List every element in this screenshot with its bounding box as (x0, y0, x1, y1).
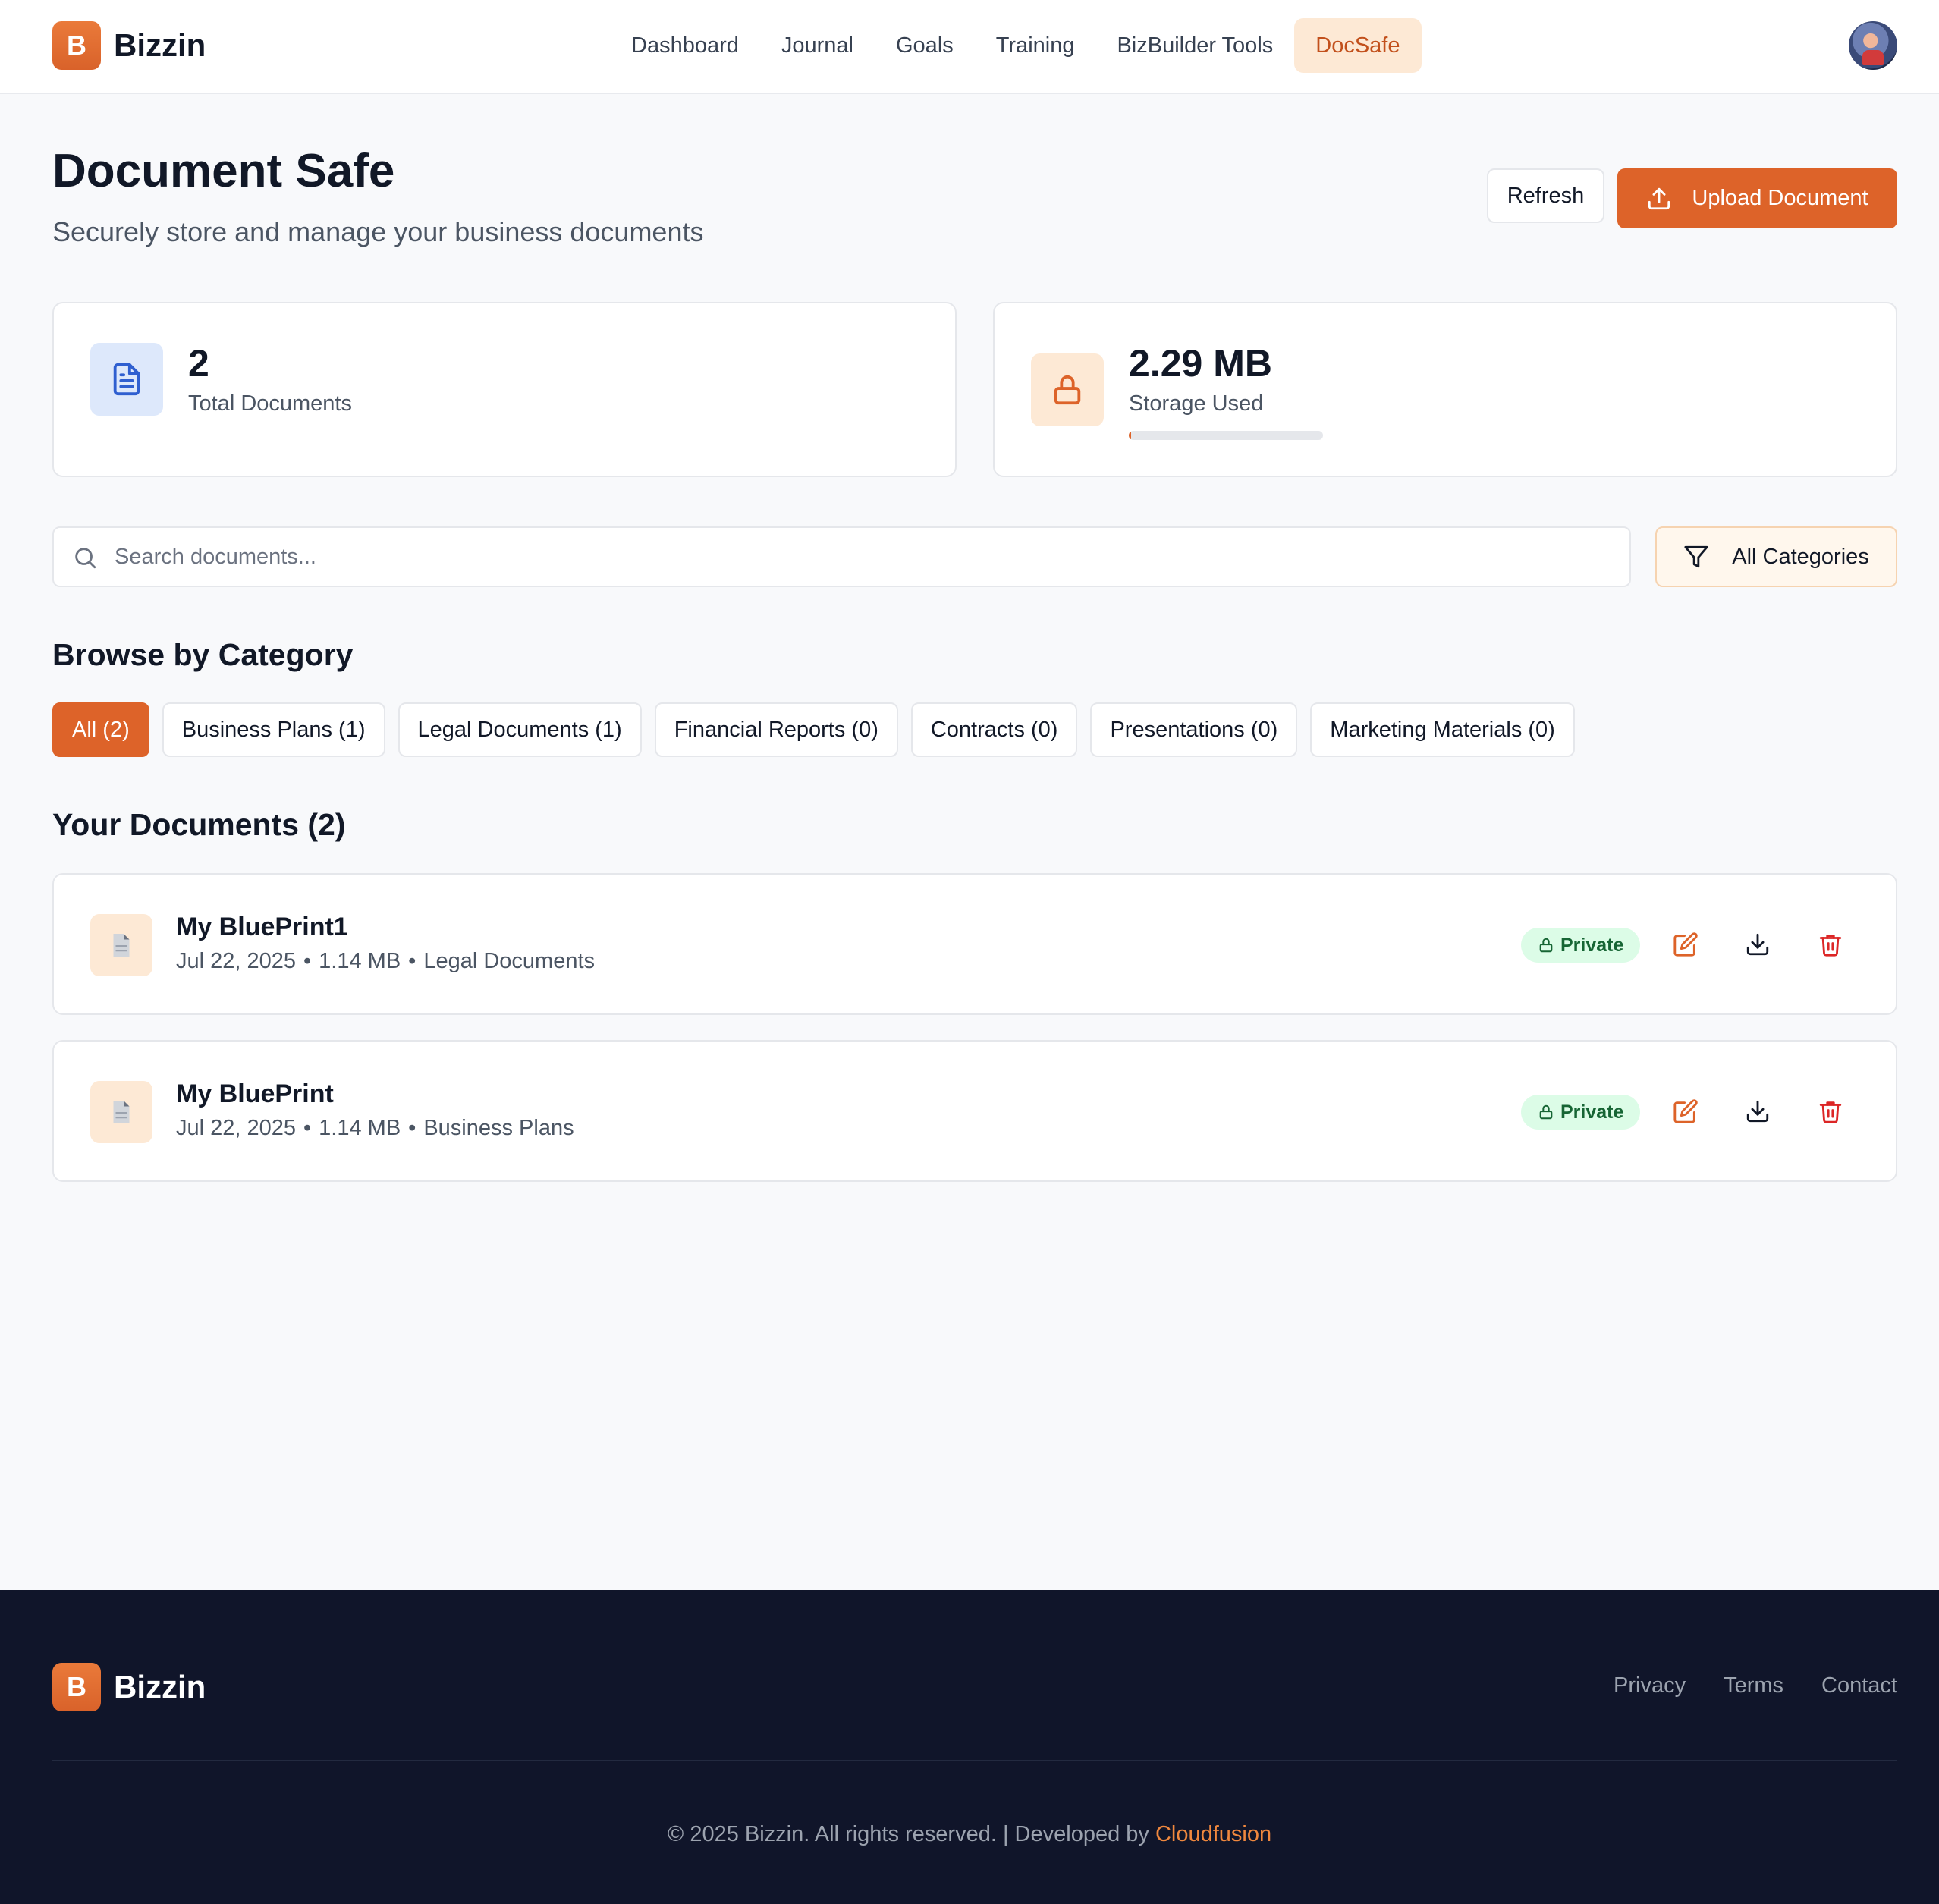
download-document-button[interactable] (1738, 1092, 1777, 1131)
category-chip-financial-reports[interactable]: Financial Reports (0) (654, 702, 898, 757)
footer-links: Privacy Terms Contact (1614, 1673, 1897, 1698)
footer-link-privacy[interactable]: Privacy (1614, 1673, 1686, 1698)
upload-icon (1648, 187, 1670, 209)
document-name[interactable]: My BluePrint1 (176, 913, 348, 942)
category-chip-list: All (2) Business Plans (1) Legal Documen… (52, 702, 1575, 757)
category-chip-marketing-materials[interactable]: Marketing Materials (0) (1310, 702, 1575, 757)
refresh-button[interactable]: Refresh (1487, 168, 1604, 223)
brand-name: Bizzin (114, 27, 206, 63)
nav-item-bizbuilder-tools[interactable]: BizBuilder Tools (1095, 18, 1294, 73)
private-badge-label: Private (1560, 1101, 1624, 1123)
category-filter-label: All Categories (1732, 544, 1869, 569)
search-input[interactable] (115, 537, 1601, 577)
copyright-text: © 2025 Bizzin. All rights reserved. | De… (667, 1822, 1149, 1846)
delete-document-button[interactable] (1811, 1092, 1850, 1131)
document-name[interactable]: My BluePrint (176, 1079, 334, 1109)
category-chip-business-plans[interactable]: Business Plans (1) (162, 702, 385, 757)
edit-document-button[interactable] (1666, 925, 1705, 964)
filter-icon (1684, 545, 1708, 568)
meta-separator: • (408, 949, 416, 973)
nav-item-docsafe[interactable]: DocSafe (1294, 18, 1422, 73)
developer-link[interactable]: Cloudfusion (1155, 1822, 1271, 1846)
edit-icon (1673, 1099, 1698, 1123)
footer-brand-name: Bizzin (114, 1669, 206, 1704)
total-documents-card: 2 Total Documents (52, 302, 957, 477)
nav-item-dashboard[interactable]: Dashboard (610, 18, 760, 73)
upload-document-button[interactable]: Upload Document (1617, 168, 1897, 228)
document-size: 1.14 MB (319, 1116, 401, 1140)
lock-icon (1539, 1104, 1553, 1120)
your-documents-heading: Your Documents (2) (52, 807, 346, 842)
trash-icon (1819, 935, 1842, 957)
document-size: 1.14 MB (319, 949, 401, 973)
footer-link-terms[interactable]: Terms (1724, 1673, 1783, 1698)
meta-separator: • (303, 949, 312, 973)
storage-icon-tile (1031, 353, 1104, 426)
edit-icon (1673, 932, 1698, 957)
user-avatar[interactable] (1849, 21, 1897, 70)
document-date: Jul 22, 2025 (176, 1116, 297, 1140)
total-documents-icon-tile (90, 343, 163, 416)
footer-divider (52, 1760, 1897, 1761)
footer-link-contact[interactable]: Contact (1821, 1673, 1897, 1698)
browse-by-category-heading: Browse by Category (52, 637, 354, 672)
nav-item-training[interactable]: Training (975, 18, 1096, 73)
storage-used-label: Storage Used (1129, 391, 1264, 416)
document-category: Business Plans (423, 1116, 574, 1140)
document-thumbnail (90, 914, 152, 976)
category-chip-contracts[interactable]: Contracts (0) (910, 702, 1078, 757)
document-meta: Jul 22, 2025 • 1.14 MB • Business Plans (176, 1116, 574, 1141)
meta-separator: • (408, 1116, 416, 1140)
private-badge-label: Private (1560, 934, 1624, 956)
download-icon (1746, 1100, 1769, 1123)
lock-icon (1539, 938, 1553, 953)
total-documents-value: 2 (188, 342, 209, 385)
private-badge: Private (1521, 928, 1641, 963)
footer-copyright: © 2025 Bizzin. All rights reserved. | De… (0, 1822, 1939, 1847)
brand-logo-mark: B (52, 21, 101, 70)
file-text-icon (113, 363, 140, 396)
page-title: Document Safe (52, 145, 395, 197)
brand-logo[interactable]: B Bizzin (52, 21, 206, 70)
total-documents-label: Total Documents (188, 391, 352, 416)
category-chip-presentations[interactable]: Presentations (0) (1090, 702, 1298, 757)
page-footer: B Bizzin Privacy Terms Contact © 2025 Bi… (0, 1590, 1939, 1904)
document-file-icon (113, 934, 130, 957)
page-subtitle: Securely store and manage your business … (52, 216, 704, 247)
document-row[interactable]: My BluePrint Jul 22, 2025 • 1.14 MB • Bu… (52, 1040, 1897, 1182)
download-document-button[interactable] (1738, 925, 1777, 964)
storage-progress-bar (1129, 431, 1323, 440)
search-icon (75, 548, 96, 569)
search-box (52, 526, 1631, 587)
lock-icon (1054, 375, 1081, 405)
document-file-icon (113, 1101, 130, 1123)
download-icon (1746, 933, 1769, 956)
document-category: Legal Documents (423, 949, 596, 973)
storage-used-card: 2.29 MB Storage Used (993, 302, 1897, 477)
storage-progress-fill (1129, 431, 1131, 440)
main-nav: Dashboard Journal Goals Training BizBuil… (610, 18, 1422, 73)
storage-used-value: 2.29 MB (1129, 342, 1272, 385)
document-meta: Jul 22, 2025 • 1.14 MB • Legal Documents (176, 949, 595, 974)
footer-brand-logo[interactable]: B Bizzin (52, 1663, 206, 1711)
document-thumbnail (90, 1081, 152, 1143)
trash-icon (1819, 1101, 1842, 1123)
category-chip-legal-documents[interactable]: Legal Documents (1) (398, 702, 642, 757)
private-badge: Private (1521, 1095, 1641, 1130)
category-chip-all[interactable]: All (2) (52, 702, 149, 757)
category-filter-button[interactable]: All Categories (1655, 526, 1897, 587)
edit-document-button[interactable] (1666, 1092, 1705, 1131)
document-date: Jul 22, 2025 (176, 949, 297, 973)
document-row[interactable]: My BluePrint1 Jul 22, 2025 • 1.14 MB • L… (52, 873, 1897, 1015)
upload-document-label: Upload Document (1692, 186, 1868, 210)
nav-item-journal[interactable]: Journal (760, 18, 875, 73)
delete-document-button[interactable] (1811, 925, 1850, 964)
meta-separator: • (303, 1116, 312, 1140)
top-navigation-bar: B Bizzin Dashboard Journal Goals Trainin… (0, 0, 1939, 94)
footer-brand-logo-mark: B (52, 1663, 101, 1711)
nav-item-goals[interactable]: Goals (875, 18, 975, 73)
